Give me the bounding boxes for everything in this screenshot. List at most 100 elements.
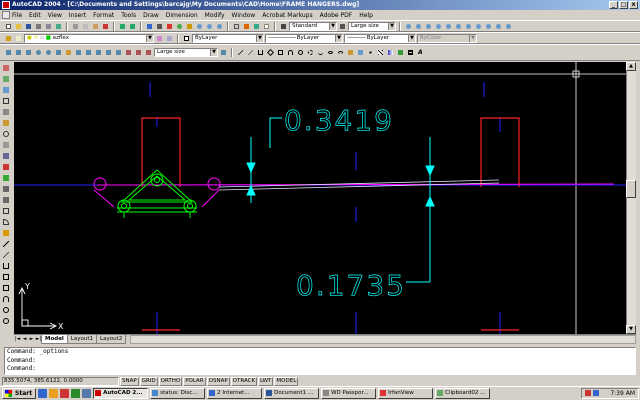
command-prompt[interactable]: Command: — [7, 365, 635, 374]
quick-dimension-icon[interactable] — [64, 48, 73, 57]
zoom-window-icon[interactable] — [205, 22, 214, 31]
dimension-lower-text[interactable]: 0.1735 — [296, 269, 406, 303]
print-icon[interactable] — [34, 22, 43, 31]
polyline-icon[interactable] — [256, 48, 265, 57]
ordinate-dimension-icon[interactable] — [24, 48, 33, 57]
revision-cloud-icon[interactable] — [306, 48, 315, 57]
quicklaunch-ie-icon[interactable] — [38, 389, 48, 398]
tool-palettes-icon[interactable] — [252, 22, 261, 31]
radius-dimension-icon[interactable] — [34, 48, 43, 57]
scroll-thumb[interactable] — [626, 180, 636, 198]
baseline-dimension-icon[interactable] — [74, 48, 83, 57]
ellipse-arc-icon[interactable] — [336, 48, 345, 57]
scroll-down-icon[interactable]: ▼ — [626, 325, 636, 334]
continue-dimension-icon[interactable] — [84, 48, 93, 57]
dim-style-select[interactable]: Large size ▼ — [348, 21, 396, 31]
mirror-icon[interactable] — [2, 86, 11, 95]
hyperlink-icon[interactable] — [145, 22, 154, 31]
quicklaunch-explorer-icon[interactable] — [49, 389, 59, 398]
center-mark-icon[interactable] — [114, 48, 123, 57]
point-icon[interactable] — [366, 48, 375, 57]
lwt-toggle[interactable]: LWT — [258, 376, 274, 386]
drawing-area[interactable]: 0.3419 0.1735 Y X — [14, 62, 626, 334]
erase-icon[interactable] — [2, 64, 11, 73]
text-style-select[interactable]: Standard ▼ — [289, 21, 337, 31]
layer-select[interactable]: ● ☼ ▫ ■ ezflex ▼ — [24, 33, 154, 43]
polygon-icon[interactable] — [266, 48, 275, 57]
model-toggle[interactable]: MODEL — [274, 376, 299, 386]
dimension-update-icon[interactable] — [144, 48, 153, 57]
menu-insert[interactable]: Insert — [69, 12, 86, 19]
zoom-icon-3[interactable] — [424, 22, 433, 31]
dimension-edit-icon[interactable] — [124, 48, 133, 57]
zoom-icon-1[interactable] — [404, 22, 413, 31]
menu-edit[interactable]: Edit — [29, 12, 41, 19]
move-icon[interactable] — [2, 119, 11, 128]
copy-icon[interactable] — [81, 22, 90, 31]
draw-xline-icon[interactable] — [2, 251, 11, 260]
task-clipboard[interactable]: Clipboard02 ... — [435, 388, 491, 399]
layer-manager-icon[interactable] — [4, 34, 13, 43]
osnap-toggle[interactable]: OSNAP — [206, 376, 230, 386]
zoom-icon-2[interactable] — [414, 22, 423, 31]
draw-circle-icon[interactable] — [2, 306, 11, 315]
make-object-layer-current-icon[interactable] — [155, 34, 164, 43]
draw-arc-icon[interactable] — [2, 295, 11, 304]
tray-antivirus-icon[interactable] — [585, 390, 591, 396]
zoom-icon-5[interactable] — [444, 22, 453, 31]
3d-orbit-icon[interactable] — [175, 22, 184, 31]
zoom-icon-10[interactable] — [494, 22, 503, 31]
help-icon[interactable] — [262, 22, 271, 31]
match-properties-icon[interactable] — [101, 22, 110, 31]
zoom-icon-4[interactable] — [434, 22, 443, 31]
draw-polyline-icon[interactable] — [2, 262, 11, 271]
multiline-text-icon[interactable]: A — [416, 48, 425, 57]
linetype-select[interactable]: —————— ByLayer ▼ — [265, 33, 343, 43]
polar-toggle[interactable]: POLAR — [183, 376, 206, 386]
zoom-realtime-icon[interactable] — [195, 22, 204, 31]
zoom-icon-7[interactable] — [464, 22, 473, 31]
minimize-button[interactable]: _ — [609, 1, 618, 9]
tray-network-icon[interactable] — [593, 390, 599, 396]
make-block-icon[interactable] — [356, 48, 365, 57]
tab-layout2[interactable]: Layout2 — [96, 335, 127, 344]
menu-view[interactable]: View — [48, 12, 62, 19]
zoom-previous-icon[interactable] — [215, 22, 224, 31]
task-irfanview[interactable]: IrfanView — [378, 388, 434, 399]
coordinate-readout[interactable]: 835.5074, 385.6122, 0.0000 — [2, 376, 119, 386]
task-status[interactable]: status: Disc... — [150, 388, 206, 399]
new-icon[interactable] — [4, 22, 13, 31]
cut-icon[interactable] — [71, 22, 80, 31]
ellipse-icon[interactable] — [326, 48, 335, 57]
undo-icon[interactable] — [118, 22, 127, 31]
diameter-dimension-icon[interactable] — [44, 48, 53, 57]
menu-adobe-pdf[interactable]: Adobe PDF — [320, 12, 353, 19]
angular-dimension-icon[interactable] — [54, 48, 63, 57]
dimension-style-icon[interactable] — [219, 48, 228, 57]
start-button[interactable]: Start — [2, 388, 37, 399]
zoom-icon-11[interactable] — [504, 22, 513, 31]
menu-help[interactable]: Help — [359, 12, 373, 19]
copy-object-icon[interactable] — [2, 75, 11, 84]
draw-rectangle-icon[interactable] — [2, 284, 11, 293]
hatch-icon[interactable] — [376, 48, 385, 57]
paste-icon[interactable] — [91, 22, 100, 31]
publish-icon[interactable] — [54, 22, 63, 31]
quicklaunch-media-icon[interactable] — [82, 389, 92, 398]
zoom-icon-8[interactable] — [474, 22, 483, 31]
circle-icon[interactable] — [296, 48, 305, 57]
menu-tools[interactable]: Tools — [121, 12, 136, 19]
horizontal-scrollbar[interactable] — [130, 335, 636, 344]
vertical-scrollbar[interactable]: ▲ ▼ — [626, 62, 636, 334]
spline-icon[interactable] — [316, 48, 325, 57]
menu-format[interactable]: Format — [93, 12, 114, 19]
plot-preview-icon[interactable] — [44, 22, 53, 31]
snap-toggle[interactable]: SNAP — [120, 376, 139, 386]
menu-draw[interactable]: Draw — [143, 12, 159, 19]
break-at-point-icon[interactable] — [2, 185, 11, 194]
dimension-style-select[interactable]: Large size ▼ — [154, 48, 218, 57]
zoom-icon-9[interactable] — [484, 22, 493, 31]
linear-dimension-icon[interactable] — [4, 48, 13, 57]
pan-icon[interactable] — [185, 22, 194, 31]
command-window[interactable]: Command: _options Command: Command: — [4, 347, 636, 375]
